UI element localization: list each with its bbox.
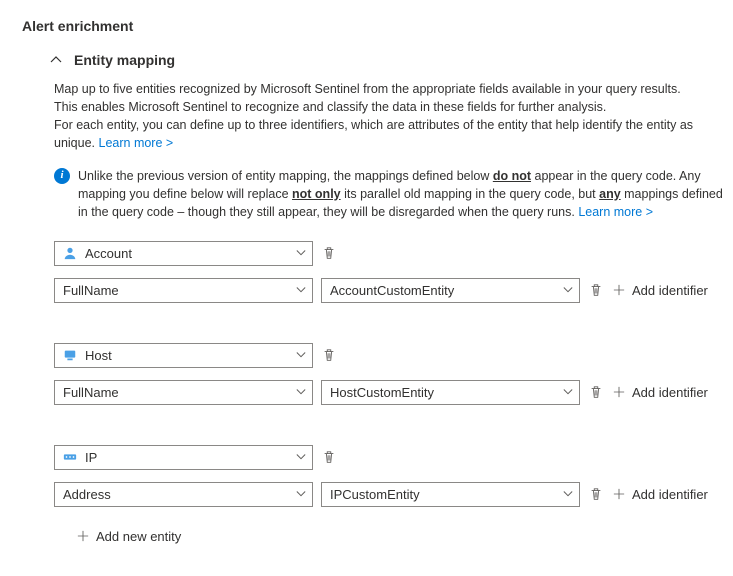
delete-entity-button[interactable]: [321, 449, 337, 465]
delete-entity-button[interactable]: [321, 347, 337, 363]
chevron-down-icon: [563, 489, 573, 499]
add-identifier-button[interactable]: Add identifier: [612, 283, 708, 298]
delete-identifier-button[interactable]: [588, 384, 604, 400]
entity-block: IP Address IPCustomEntity Add ide: [54, 445, 725, 507]
entity-type-label: Host: [85, 348, 112, 363]
plus-icon: [612, 487, 626, 501]
section-title: Entity mapping: [74, 52, 175, 68]
identifier-dropdown[interactable]: Address: [54, 482, 313, 507]
entity-type-dropdown[interactable]: Host: [54, 343, 313, 368]
chevron-down-icon: [563, 387, 573, 397]
page-title: Alert enrichment: [22, 18, 725, 34]
info-learn-more-link[interactable]: Learn more >: [578, 205, 653, 219]
identifier-label: FullName: [63, 385, 119, 400]
delete-entity-button[interactable]: [321, 245, 337, 261]
chevron-down-icon: [296, 387, 306, 397]
identifier-label: FullName: [63, 283, 119, 298]
host-icon: [63, 348, 77, 362]
chevron-down-icon: [296, 285, 306, 295]
chevron-down-icon: [563, 285, 573, 295]
value-label: IPCustomEntity: [330, 487, 420, 502]
entity-block: Account FullName AccountCustomEntity: [54, 241, 725, 303]
identifier-dropdown[interactable]: FullName: [54, 278, 313, 303]
delete-identifier-button[interactable]: [588, 486, 604, 502]
info-box: i Unlike the previous version of entity …: [54, 167, 725, 221]
value-dropdown[interactable]: AccountCustomEntity: [321, 278, 580, 303]
ip-icon: [63, 450, 77, 464]
chevron-down-icon: [296, 350, 306, 360]
entity-type-label: IP: [85, 450, 97, 465]
info-icon: i: [54, 168, 70, 184]
chevron-down-icon: [296, 489, 306, 499]
learn-more-link[interactable]: Learn more >: [99, 136, 174, 150]
chevron-down-icon: [296, 452, 306, 462]
delete-identifier-button[interactable]: [588, 282, 604, 298]
entity-type-label: Account: [85, 246, 132, 261]
identifier-label: Address: [63, 487, 111, 502]
value-dropdown[interactable]: HostCustomEntity: [321, 380, 580, 405]
add-identifier-button[interactable]: Add identifier: [612, 385, 708, 400]
identifier-dropdown[interactable]: FullName: [54, 380, 313, 405]
value-dropdown[interactable]: IPCustomEntity: [321, 482, 580, 507]
value-label: HostCustomEntity: [330, 385, 434, 400]
entity-type-dropdown[interactable]: Account: [54, 241, 313, 266]
description-text: Map up to five entities recognized by Mi…: [54, 80, 725, 153]
account-icon: [63, 246, 77, 260]
add-new-entity-button[interactable]: Add new entity: [76, 529, 181, 544]
entity-type-dropdown[interactable]: IP: [54, 445, 313, 470]
entity-block: Host FullName HostCustomEntity Ad: [54, 343, 725, 405]
add-identifier-button[interactable]: Add identifier: [612, 487, 708, 502]
value-label: AccountCustomEntity: [330, 283, 454, 298]
plus-icon: [612, 283, 626, 297]
section-header-entity-mapping[interactable]: Entity mapping: [50, 52, 725, 68]
plus-icon: [612, 385, 626, 399]
chevron-down-icon: [296, 248, 306, 258]
plus-icon: [76, 529, 90, 543]
chevron-up-icon: [50, 54, 62, 66]
